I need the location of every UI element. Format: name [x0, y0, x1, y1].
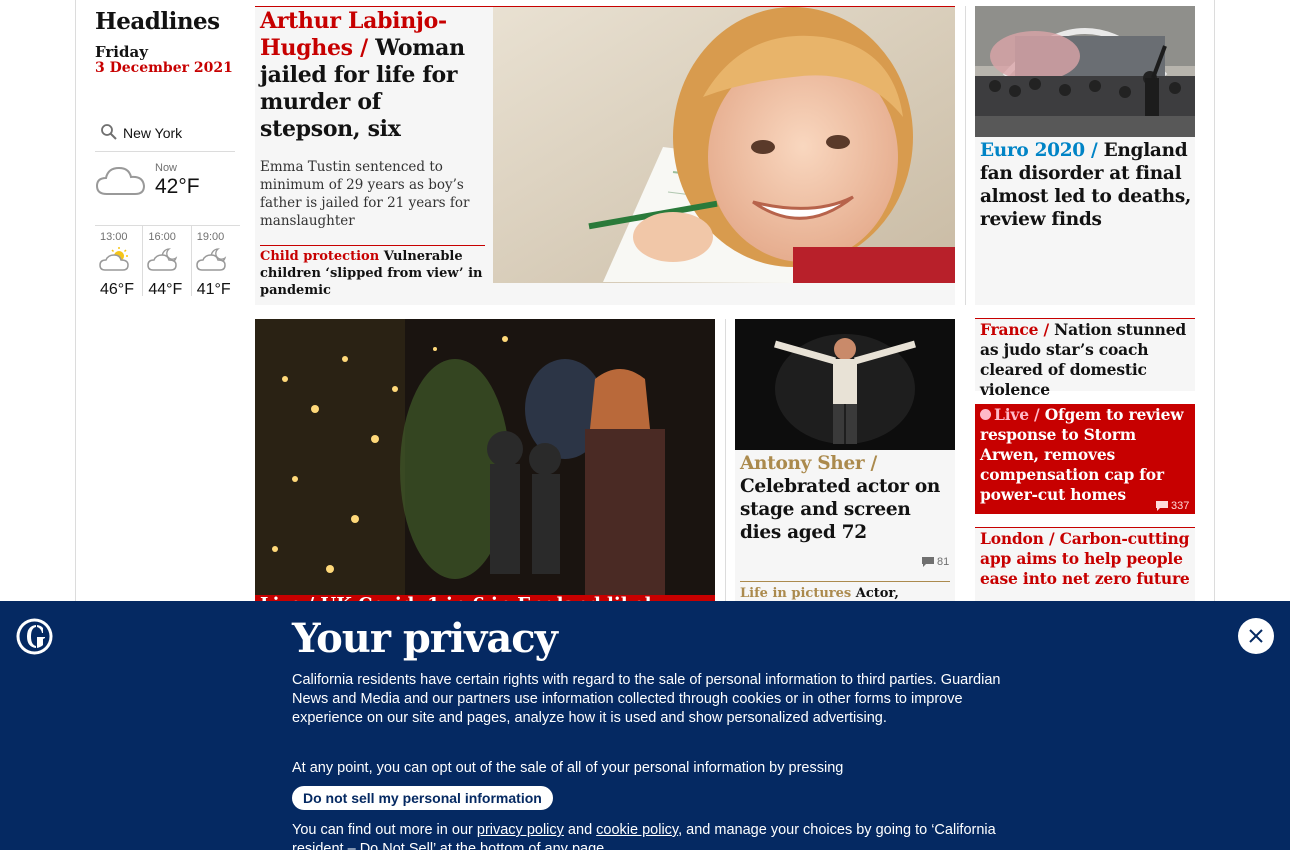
cloud-icon [95, 166, 146, 195]
story-kicker: Euro 2020 / [980, 140, 1104, 161]
forecast-item: 16:00 44°F [143, 226, 192, 298]
boy-writing-photo [493, 7, 955, 283]
weather-forecast: 13:00 46°F 16:00 44°F 19:00 41°F [95, 225, 240, 298]
christmas-shoppers-photo [255, 319, 715, 595]
do-not-sell-button[interactable]: Do not sell my personal information [292, 786, 553, 810]
guardian-logo-icon [16, 618, 53, 655]
now-label: Now [155, 162, 178, 174]
forecast-time: 19:00 [196, 231, 225, 243]
location-input[interactable] [123, 122, 233, 144]
story-headline[interactable]: Antony Sher / Celebrated actor on stage … [740, 452, 952, 544]
london-story-card[interactable]: London / Carbon-cutting app aims to help… [975, 527, 1195, 607]
privacy-title: Your privacy [292, 615, 558, 662]
live-indicator-icon [980, 409, 991, 420]
comment-count[interactable]: 337 [1156, 500, 1189, 512]
date-day: Friday [95, 43, 148, 61]
moon-cloud-icon [195, 248, 226, 271]
sun-cloud-icon [99, 247, 129, 271]
comment-icon [922, 557, 934, 567]
privacy-banner: Your privacy California residents have c… [0, 601, 1290, 850]
section-title: Headlines [95, 8, 220, 35]
weather-now: Now 42°F [95, 160, 235, 220]
story-kicker: Live / [994, 405, 1045, 424]
close-icon [1249, 629, 1263, 643]
related-kicker: Child protection [260, 249, 384, 264]
privacy-description: California residents have certain rights… [292, 672, 1001, 726]
comment-count-value: 337 [1171, 500, 1190, 512]
france-story-card[interactable]: France / Nation stunned as judo star’s c… [975, 318, 1195, 399]
story-headline-text: Celebrated actor on stage and screen die… [740, 476, 941, 543]
story-kicker: Antony Sher / [740, 453, 877, 474]
main-story-card[interactable]: Arthur Labinjo-Hughes / Woman jailed for… [255, 6, 955, 305]
story-image[interactable] [255, 319, 715, 595]
wembley-crowd-photo [975, 6, 1195, 137]
column-divider [965, 6, 966, 305]
actor-stage-photo [735, 319, 955, 450]
weather-location-search [95, 116, 235, 152]
covid-live-card[interactable]: Live / UK Covid: 1 in 6 in England likel… [255, 319, 715, 615]
story-image[interactable] [493, 7, 955, 283]
privacy-opt-out-text: At any point, you can opt out of the sal… [292, 760, 844, 776]
forecast-temperature: 46°F [100, 281, 134, 298]
related-kicker: Life in pictures [740, 586, 856, 601]
forecast-time: 16:00 [148, 231, 176, 243]
story-kicker: London / [980, 529, 1060, 548]
search-icon [101, 124, 117, 140]
comment-count-value: 81 [937, 556, 950, 568]
forecast-temperature: 41°F [196, 281, 231, 298]
comment-count[interactable]: 81 [922, 556, 949, 568]
moon-cloud-icon [147, 248, 178, 271]
forecast-temperature: 44°F [148, 281, 183, 298]
story-headline[interactable]: London / Carbon-cutting app aims to help… [980, 529, 1192, 589]
comment-icon [1156, 501, 1168, 511]
euro-story-card[interactable]: Euro 2020 / England fan disorder at fina… [975, 6, 1195, 305]
forecast-item: 19:00 41°F [192, 226, 240, 298]
story-standfirst: Emma Tustin sentenced to minimum of 29 y… [260, 159, 470, 229]
cookie-policy-link[interactable]: cookie policy [596, 822, 678, 838]
story-image[interactable] [975, 6, 1195, 137]
main-story-headline[interactable]: Arthur Labinjo-Hughes / Woman jailed for… [260, 8, 485, 143]
privacy-policy-link[interactable]: privacy policy [477, 822, 564, 838]
forecast-time: 13:00 [100, 231, 128, 243]
privacy-text-part: and [563, 822, 597, 838]
story-headline[interactable]: France / Nation stunned as judo star’s c… [980, 320, 1192, 400]
ofgem-live-card[interactable]: Live / Ofgem to review response to Storm… [975, 404, 1195, 514]
close-button[interactable] [1238, 618, 1274, 654]
related-story-link[interactable]: Child protection Vulnerable children ‘sl… [260, 245, 485, 299]
story-headline[interactable]: Live / Ofgem to review response to Storm… [980, 405, 1192, 505]
privacy-text-part: You can find out more in our [292, 822, 477, 838]
story-kicker: France / [980, 320, 1055, 339]
story-image[interactable] [735, 319, 955, 450]
forecast-item: 13:00 46°F [95, 226, 144, 298]
sher-story-card[interactable]: Antony Sher / Celebrated actor on stage … [735, 319, 955, 618]
privacy-more-info: You can find out more in our privacy pol… [292, 821, 1002, 850]
story-headline[interactable]: Euro 2020 / England fan disorder at fina… [980, 139, 1192, 231]
now-temperature: 42°F [155, 175, 200, 198]
column-divider [725, 319, 726, 601]
date-full: 3 December 2021 [95, 60, 233, 76]
